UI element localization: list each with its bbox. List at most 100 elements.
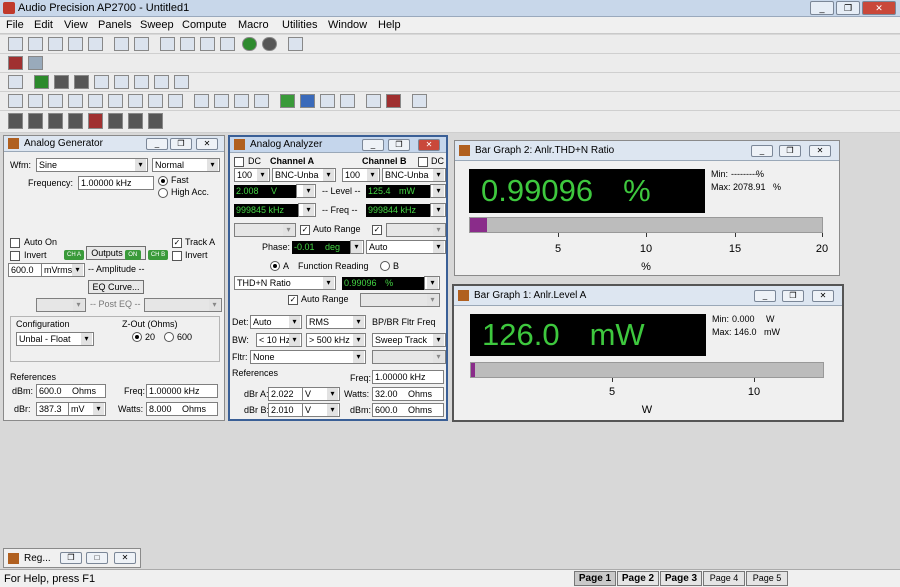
- input-a-select[interactable]: BNC-Unba: [272, 168, 336, 182]
- export-icon[interactable]: [300, 94, 315, 108]
- data-editor-icon[interactable]: [320, 94, 335, 108]
- track-a-checkbox[interactable]: ✓: [172, 238, 182, 248]
- dc-b-checkbox[interactable]: [418, 157, 428, 167]
- bar-graph-2-restore-button[interactable]: ❐: [779, 145, 801, 157]
- range-b-select[interactable]: 100: [342, 168, 380, 182]
- stop-icon[interactable]: [262, 37, 277, 51]
- eq-curve-button[interactable]: EQ Curve...: [88, 280, 144, 294]
- reg-restore-button[interactable]: ❐: [60, 552, 82, 564]
- open-icon[interactable]: [28, 37, 43, 51]
- bar-graph-1-close-button[interactable]: ✕: [812, 290, 834, 302]
- analyzer-restore-button[interactable]: ❐: [388, 139, 410, 151]
- function-unit-select[interactable]: [424, 276, 440, 290]
- menu-help[interactable]: Help: [378, 19, 401, 31]
- function-b-radio[interactable]: [380, 261, 390, 271]
- frequency-input[interactable]: 1.00000 kHz: [78, 176, 154, 190]
- post-eq-left-select[interactable]: [36, 298, 86, 312]
- menu-file[interactable]: File: [6, 19, 24, 31]
- page-4-tab[interactable]: Page 4: [703, 571, 745, 586]
- undo-icon[interactable]: [160, 37, 175, 51]
- dio-panel-icon[interactable]: [108, 94, 123, 108]
- filter-select[interactable]: None: [250, 350, 366, 364]
- preset-2-icon[interactable]: [28, 113, 43, 129]
- invert-a-checkbox[interactable]: [10, 251, 20, 261]
- link-icon[interactable]: [114, 75, 129, 89]
- menu-macro[interactable]: Macro: [238, 19, 269, 31]
- menu-window[interactable]: Window: [328, 19, 367, 31]
- pause-icon[interactable]: [54, 75, 69, 89]
- fast-radio[interactable]: [158, 176, 168, 186]
- digital-panel-icon[interactable]: [88, 94, 103, 108]
- generator-toggle-icon[interactable]: [8, 56, 23, 70]
- post-eq-right-select[interactable]: [144, 298, 222, 312]
- analyzer-minimize-button[interactable]: _: [362, 139, 384, 151]
- menu-sweep[interactable]: Sweep: [140, 19, 174, 31]
- anlr-watts-input[interactable]: 32.00 Ohms: [372, 387, 444, 401]
- analyzer-panel-icon[interactable]: [28, 94, 43, 108]
- preset-8-icon[interactable]: [148, 113, 163, 129]
- coupling-b-select[interactable]: [386, 223, 446, 237]
- coupling-a-select[interactable]: [234, 223, 296, 237]
- copy-icon[interactable]: [200, 37, 215, 51]
- sweep-settings-icon[interactable]: [8, 75, 23, 89]
- print-icon[interactable]: [114, 37, 129, 51]
- auto-range-b-checkbox[interactable]: ✓: [372, 225, 382, 235]
- input-b-select[interactable]: BNC-Unba: [382, 168, 446, 182]
- gen-watts-input[interactable]: 8.000 Ohms: [146, 402, 218, 416]
- page-2-tab[interactable]: Page 2: [617, 571, 659, 586]
- anlr-freq-ref-input[interactable]: 1.00000 kHz: [372, 370, 444, 384]
- save-all-icon[interactable]: [88, 37, 103, 51]
- go-icon[interactable]: [242, 37, 257, 51]
- dbra-unit-select[interactable]: V: [302, 387, 340, 401]
- auto-on-checkbox[interactable]: [10, 238, 20, 248]
- generator-close-button[interactable]: ✕: [196, 138, 218, 150]
- waveform-select[interactable]: Sine: [36, 158, 148, 172]
- switcher-icon[interactable]: [214, 94, 229, 108]
- preset-3-icon[interactable]: [48, 113, 63, 129]
- menu-utilities[interactable]: Utilities: [282, 19, 317, 31]
- page-3-tab[interactable]: Page 3: [660, 571, 702, 586]
- page-5-tab[interactable]: Page 5: [746, 571, 788, 586]
- append-icon[interactable]: [134, 75, 149, 89]
- gen-dbm-input[interactable]: 600.0 Ohms: [36, 384, 106, 398]
- restore-button[interactable]: ❐: [836, 1, 860, 15]
- amplitude-input[interactable]: 600.0: [8, 263, 42, 277]
- freq-a-unit-select[interactable]: [298, 203, 316, 217]
- filter-panel-icon[interactable]: [148, 94, 163, 108]
- configuration-select[interactable]: Unbal - Float: [16, 332, 94, 346]
- sweep-panel-icon[interactable]: [194, 94, 209, 108]
- minimize-button[interactable]: _: [810, 1, 834, 15]
- dsp-panel-icon[interactable]: [128, 94, 143, 108]
- phase-mode-select[interactable]: Auto: [366, 240, 446, 254]
- range-a-select[interactable]: 100: [234, 168, 270, 182]
- high-acc-radio[interactable]: [158, 188, 168, 198]
- freq-b-unit-select[interactable]: [430, 203, 446, 217]
- generator-restore-button[interactable]: ❐: [170, 138, 192, 150]
- waveform-panel-icon[interactable]: [48, 94, 63, 108]
- waveform-mode-select[interactable]: Normal: [152, 158, 220, 172]
- bar-graph-2-close-button[interactable]: ✕: [809, 145, 831, 157]
- preset-5-icon[interactable]: [88, 113, 103, 129]
- cut-icon[interactable]: [180, 37, 195, 51]
- analyzer-close-button[interactable]: ✕: [418, 139, 440, 151]
- stop-sweep-icon[interactable]: [74, 75, 89, 89]
- bar-graph-1-minimize-button[interactable]: _: [754, 290, 776, 302]
- compute-icon[interactable]: [234, 94, 249, 108]
- paste-icon[interactable]: [220, 37, 235, 51]
- reg-close-button[interactable]: ✕: [114, 552, 136, 564]
- bar-graph-1-restore-button[interactable]: ❐: [782, 290, 804, 302]
- open-test-icon[interactable]: [48, 37, 63, 51]
- page-1-tab[interactable]: Page 1: [574, 571, 616, 586]
- menu-compute[interactable]: Compute: [182, 19, 227, 31]
- auto-range-function-checkbox[interactable]: ✓: [288, 295, 298, 305]
- preset-6-icon[interactable]: [108, 113, 123, 129]
- anlr-dbm-input[interactable]: 600.0 Ohms: [372, 403, 444, 417]
- generator-panel-icon[interactable]: [68, 94, 83, 108]
- import-icon[interactable]: [280, 94, 295, 108]
- play-icon[interactable]: [34, 75, 49, 89]
- new-icon[interactable]: [8, 37, 23, 51]
- close-button[interactable]: ✕: [862, 1, 896, 15]
- regulation-icon[interactable]: [386, 94, 401, 108]
- level-b-unit-select[interactable]: [430, 184, 446, 198]
- bw-high-select[interactable]: > 500 kHz: [306, 333, 366, 347]
